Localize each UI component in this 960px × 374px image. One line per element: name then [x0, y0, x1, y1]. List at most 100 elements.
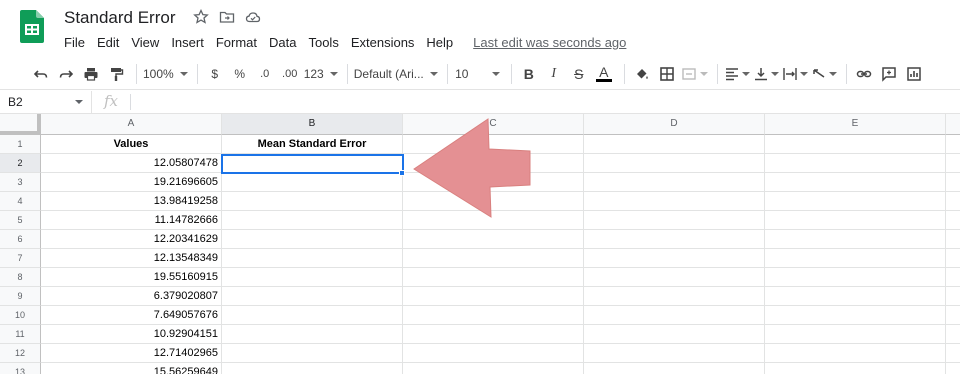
- cell[interactable]: [584, 173, 765, 192]
- cell[interactable]: [946, 363, 960, 374]
- menu-data[interactable]: Data: [263, 33, 302, 52]
- menu-file[interactable]: File: [58, 33, 91, 52]
- cell[interactable]: [765, 230, 946, 249]
- zoom-select[interactable]: 100%: [143, 62, 188, 86]
- row-header[interactable]: 8: [0, 268, 41, 287]
- cell[interactable]: [946, 344, 960, 363]
- cell[interactable]: [946, 173, 960, 192]
- cell[interactable]: [765, 211, 946, 230]
- menu-view[interactable]: View: [125, 33, 165, 52]
- sheets-logo-icon[interactable]: [20, 10, 44, 43]
- row-header[interactable]: 3: [0, 173, 41, 192]
- cell[interactable]: [222, 306, 403, 325]
- cell[interactable]: [765, 192, 946, 211]
- cell[interactable]: [222, 192, 403, 211]
- cell[interactable]: [765, 306, 946, 325]
- cell[interactable]: [403, 249, 584, 268]
- merge-cells-icon[interactable]: [681, 62, 708, 86]
- value-cell[interactable]: 6.379020807: [41, 287, 222, 306]
- cell[interactable]: [222, 230, 403, 249]
- cell[interactable]: [584, 192, 765, 211]
- cell[interactable]: [946, 154, 960, 173]
- decrease-decimal-button[interactable]: .0: [254, 62, 276, 86]
- document-title[interactable]: Standard Error: [58, 6, 182, 30]
- cell[interactable]: [765, 325, 946, 344]
- cell[interactable]: [403, 363, 584, 374]
- cell[interactable]: [403, 230, 584, 249]
- cell[interactable]: [584, 306, 765, 325]
- cell[interactable]: [946, 325, 960, 344]
- italic-button[interactable]: I: [543, 62, 565, 86]
- cell[interactable]: [765, 268, 946, 287]
- cell[interactable]: [584, 249, 765, 268]
- value-cell[interactable]: 11.14782666: [41, 211, 222, 230]
- cell[interactable]: [946, 192, 960, 211]
- increase-decimal-button[interactable]: .00: [279, 62, 301, 86]
- text-rotate-icon[interactable]: [811, 62, 837, 86]
- value-cell[interactable]: 12.20341629: [41, 230, 222, 249]
- cell[interactable]: [403, 268, 584, 287]
- column-header-e[interactable]: E: [765, 114, 946, 135]
- cell[interactable]: [946, 211, 960, 230]
- value-cell[interactable]: 13.98419258: [41, 192, 222, 211]
- cell[interactable]: [946, 230, 960, 249]
- row-header[interactable]: 10: [0, 306, 41, 325]
- cell[interactable]: [765, 173, 946, 192]
- cell[interactable]: [584, 363, 765, 374]
- row-header[interactable]: 12: [0, 344, 41, 363]
- percent-format-button[interactable]: %: [229, 62, 251, 86]
- menu-edit[interactable]: Edit: [91, 33, 125, 52]
- move-folder-icon[interactable]: [219, 9, 235, 25]
- active-cell-b2[interactable]: [221, 154, 404, 174]
- cell[interactable]: [222, 344, 403, 363]
- font-family-select[interactable]: Default (Ari...: [354, 62, 438, 86]
- cell[interactable]: [765, 249, 946, 268]
- fill-color-icon[interactable]: [631, 62, 653, 86]
- cell[interactable]: [403, 325, 584, 344]
- row-header[interactable]: 2: [0, 154, 41, 173]
- align-vertical-icon[interactable]: [753, 62, 779, 86]
- row-header[interactable]: 9: [0, 287, 41, 306]
- menu-tools[interactable]: Tools: [302, 33, 344, 52]
- cell[interactable]: [222, 211, 403, 230]
- cell[interactable]: [765, 344, 946, 363]
- cell-b1-header[interactable]: Mean Standard Error: [222, 135, 403, 154]
- value-cell[interactable]: 7.649057676: [41, 306, 222, 325]
- value-cell[interactable]: 19.55160915: [41, 268, 222, 287]
- cell[interactable]: [222, 173, 403, 192]
- cell[interactable]: [584, 135, 765, 154]
- cell[interactable]: [222, 287, 403, 306]
- column-header-d[interactable]: D: [584, 114, 765, 135]
- cell[interactable]: [222, 325, 403, 344]
- cell[interactable]: [946, 287, 960, 306]
- bold-button[interactable]: B: [518, 62, 540, 86]
- font-size-select[interactable]: 10: [454, 62, 502, 86]
- more-formats-button[interactable]: 123: [304, 62, 338, 86]
- menu-help[interactable]: Help: [420, 33, 459, 52]
- cell[interactable]: [584, 154, 765, 173]
- cell[interactable]: [222, 268, 403, 287]
- menu-format[interactable]: Format: [210, 33, 263, 52]
- cell-a1-header[interactable]: Values: [41, 135, 222, 154]
- strikethrough-button[interactable]: S: [568, 62, 590, 86]
- name-box[interactable]: B2: [0, 91, 92, 113]
- fill-handle[interactable]: [399, 170, 405, 176]
- cell[interactable]: [584, 325, 765, 344]
- chart-icon[interactable]: [903, 62, 925, 86]
- currency-format-button[interactable]: $: [204, 62, 226, 86]
- cell[interactable]: [946, 306, 960, 325]
- row-header[interactable]: 11: [0, 325, 41, 344]
- cell[interactable]: [946, 135, 960, 154]
- row-header[interactable]: 5: [0, 211, 41, 230]
- cell[interactable]: [584, 230, 765, 249]
- print-icon[interactable]: [80, 62, 102, 86]
- value-cell[interactable]: 12.05807478: [41, 154, 222, 173]
- cell[interactable]: [765, 154, 946, 173]
- row-header[interactable]: 4: [0, 192, 41, 211]
- link-icon[interactable]: [853, 62, 875, 86]
- value-cell[interactable]: 15.56259649: [41, 363, 222, 374]
- value-cell[interactable]: 10.92904151: [41, 325, 222, 344]
- paint-format-icon[interactable]: [105, 62, 127, 86]
- column-header-f[interactable]: [946, 114, 960, 135]
- row-header[interactable]: 7: [0, 249, 41, 268]
